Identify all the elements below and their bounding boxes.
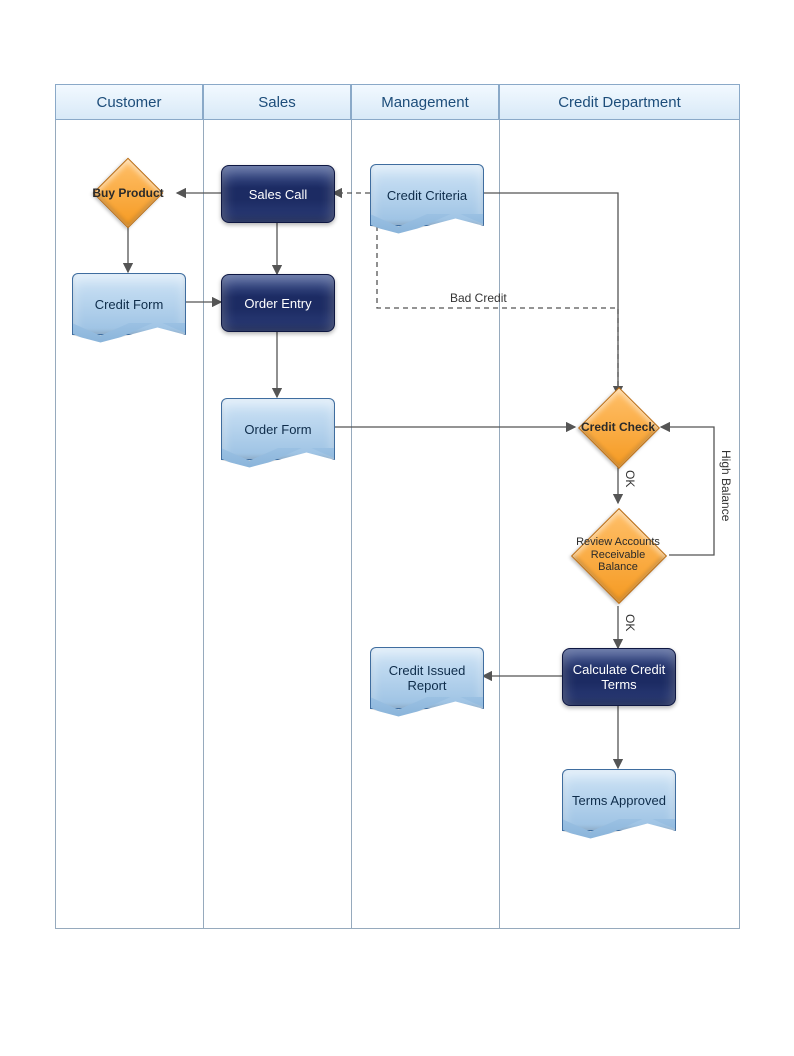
document-terms-approved: Terms Approved bbox=[562, 769, 676, 831]
lane-sales bbox=[203, 120, 351, 929]
edge-label-ok2: OK bbox=[623, 614, 637, 631]
document-credit-form: Credit Form bbox=[72, 273, 186, 335]
lane-header-customer: Customer bbox=[55, 84, 203, 120]
edge-label-high-balance: High Balance bbox=[719, 450, 733, 521]
process-sales-call: Sales Call bbox=[221, 165, 335, 223]
process-calc-terms: Calculate Credit Terms bbox=[562, 648, 676, 706]
lane-header-sales: Sales bbox=[203, 84, 351, 120]
document-credit-issued: Credit Issued Report bbox=[370, 647, 484, 709]
edge-label-ok1: OK bbox=[623, 470, 637, 487]
document-credit-criteria: Credit Criteria bbox=[370, 164, 484, 226]
lane-management bbox=[351, 120, 499, 929]
document-order-form: Order Form bbox=[221, 398, 335, 460]
process-order-entry: Order Entry bbox=[221, 274, 335, 332]
lane-customer bbox=[55, 120, 203, 929]
lane-header-credit: Credit Department bbox=[499, 84, 740, 120]
lane-header-management: Management bbox=[351, 84, 499, 120]
edge-label-bad-credit: Bad Credit bbox=[450, 291, 507, 305]
